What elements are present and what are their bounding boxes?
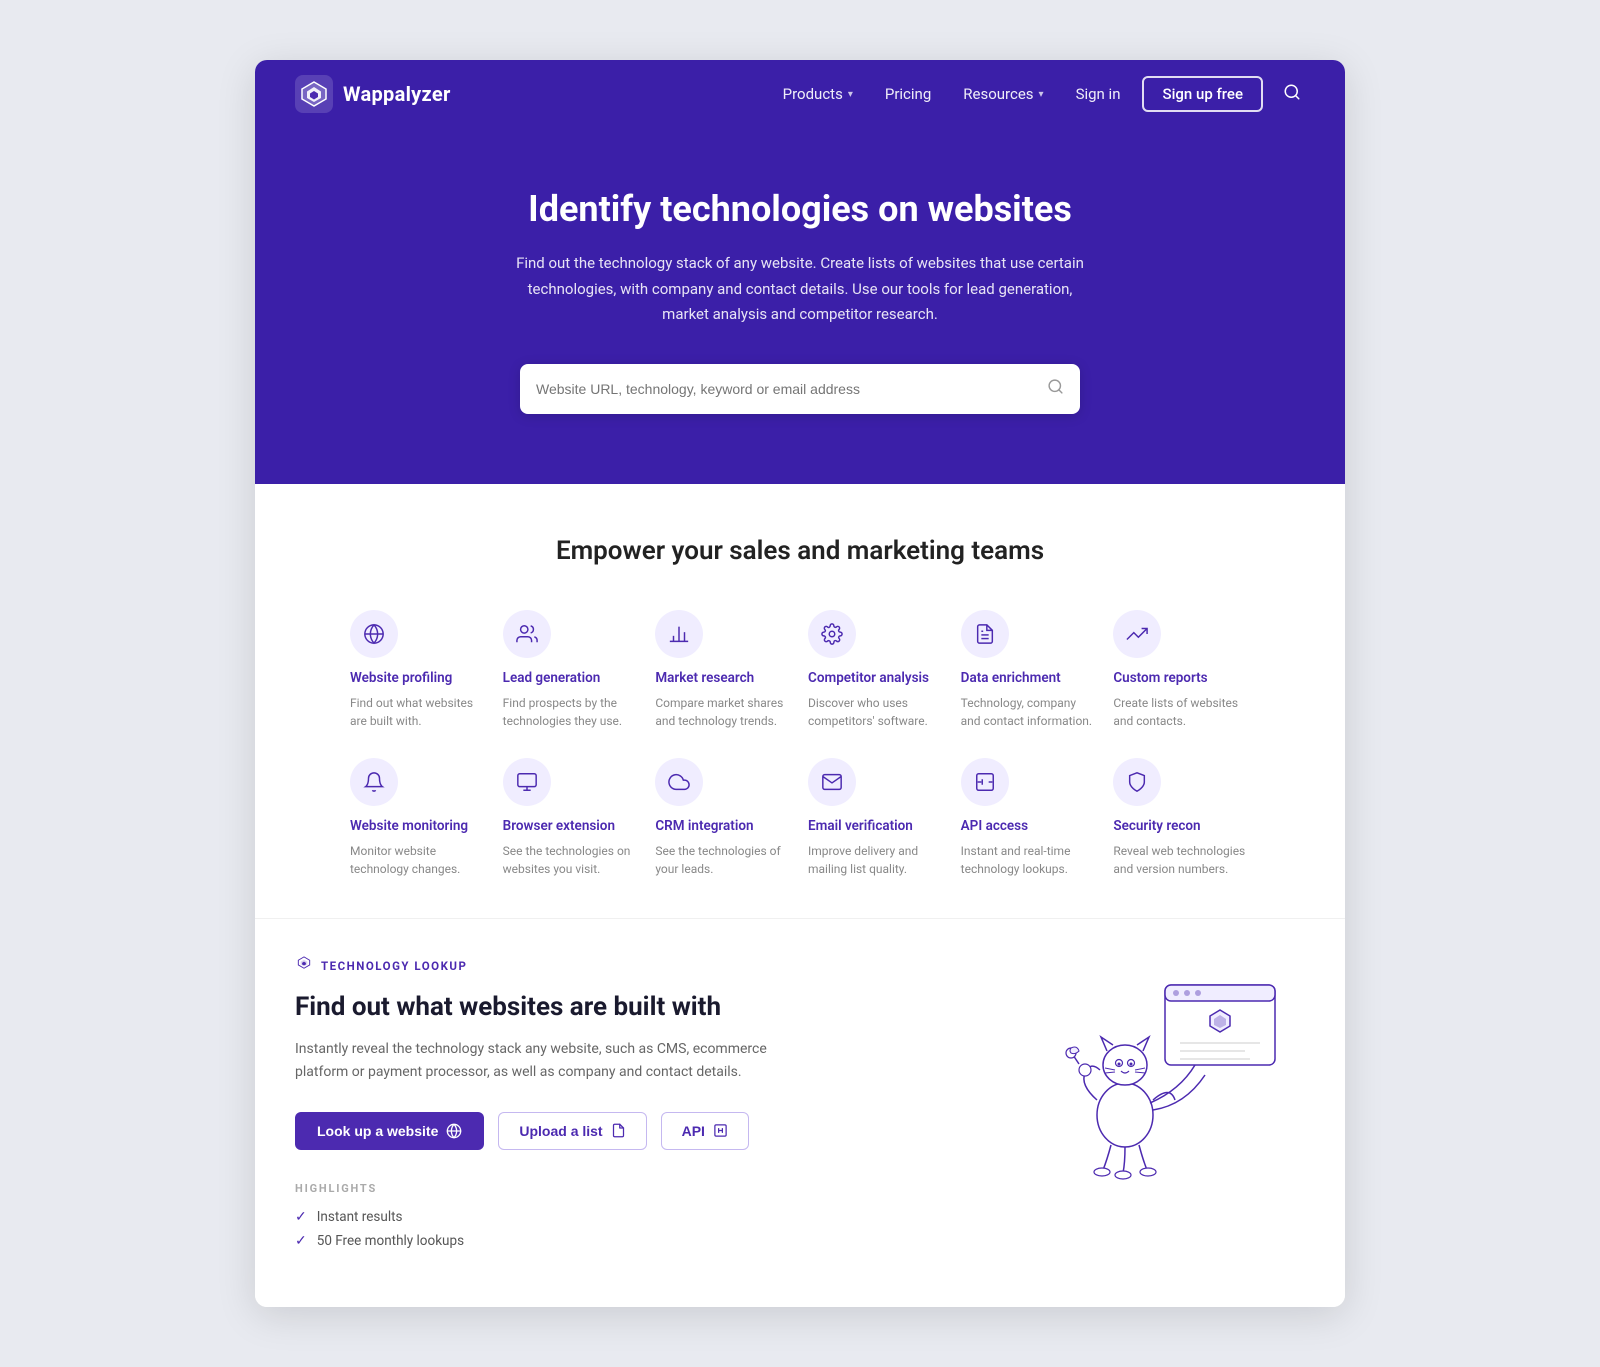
lookup-desc: Instantly reveal the technology stack an… xyxy=(295,1038,815,1084)
feature-icon-shield xyxy=(1113,758,1161,806)
feature-desc: Discover who uses competitors' software. xyxy=(808,694,945,730)
feature-name: Lead generation xyxy=(503,670,601,686)
feature-desc: Find prospects by the technologies they … xyxy=(503,694,640,730)
feature-icon-mail xyxy=(808,758,856,806)
feature-security-recon[interactable]: Security recon Reveal web technologies a… xyxy=(1113,758,1250,878)
feature-browser-extension[interactable]: Browser extension See the technologies o… xyxy=(503,758,640,878)
lookup-buttons: Look up a website Upload a list API xyxy=(295,1112,985,1150)
highlights-section: HIGHLIGHTS ✓ Instant results ✓ 50 Free m… xyxy=(295,1182,985,1249)
lookup-illustration xyxy=(1025,955,1305,1195)
feature-desc: Reveal web technologies and version numb… xyxy=(1113,842,1250,878)
lookup-badge-icon xyxy=(295,955,313,977)
feature-name: API access xyxy=(961,818,1028,834)
hero-subtitle: Find out the technology stack of any web… xyxy=(510,251,1090,328)
feature-name: Email verification xyxy=(808,818,913,834)
feature-desc: Find out what websites are built with. xyxy=(350,694,487,730)
highlight-instant-results: ✓ Instant results xyxy=(295,1209,985,1225)
feature-desc: Monitor website technology changes. xyxy=(350,842,487,878)
logo-icon xyxy=(295,75,333,113)
logo-text: Wappalyzer xyxy=(343,82,451,106)
feature-lead-generation[interactable]: Lead generation Find prospects by the te… xyxy=(503,610,640,730)
feature-icon-bar-chart xyxy=(655,610,703,658)
features-section: Empower your sales and marketing teams W… xyxy=(255,484,1345,918)
feature-name: Website profiling xyxy=(350,670,452,686)
lookup-content: TECHNOLOGY LOOKUP Find out what websites… xyxy=(295,955,985,1257)
feature-desc: See the technologies on websites you vis… xyxy=(503,842,640,878)
feature-icon-bell xyxy=(350,758,398,806)
lookup-website-button[interactable]: Look up a website xyxy=(295,1112,484,1150)
feature-icon-users xyxy=(503,610,551,658)
feature-name: Browser extension xyxy=(503,818,615,834)
feature-name: Competitor analysis xyxy=(808,670,929,686)
feature-icon-globe xyxy=(350,610,398,658)
search-bar[interactable] xyxy=(520,364,1080,414)
feature-custom-reports[interactable]: Custom reports Create lists of websites … xyxy=(1113,610,1250,730)
feature-competitor-analysis[interactable]: Competitor analysis Discover who uses co… xyxy=(808,610,945,730)
nav-resources[interactable]: Resources ▾ xyxy=(949,77,1057,111)
feature-name: Market research xyxy=(655,670,754,686)
feature-desc: Instant and real-time technology lookups… xyxy=(961,842,1098,878)
feature-name: Custom reports xyxy=(1113,670,1207,686)
feature-name: Website monitoring xyxy=(350,818,468,834)
feature-icon-settings xyxy=(808,610,856,658)
feature-desc: Create lists of websites and contacts. xyxy=(1113,694,1250,730)
feature-website-profiling[interactable]: Website profiling Find out what websites… xyxy=(350,610,487,730)
feature-desc: Improve delivery and mailing list qualit… xyxy=(808,842,945,878)
search-icon[interactable] xyxy=(1279,79,1305,110)
lookup-badge-label: TECHNOLOGY LOOKUP xyxy=(321,959,467,973)
browser-window: Wappalyzer Products ▾ Pricing Resources … xyxy=(255,60,1345,1307)
search-input[interactable] xyxy=(536,381,1047,397)
signin-button[interactable]: Sign in xyxy=(1062,77,1135,111)
feature-email-verification[interactable]: Email verification Improve delivery and … xyxy=(808,758,945,878)
nav-pricing[interactable]: Pricing xyxy=(871,77,945,111)
feature-name: CRM integration xyxy=(655,818,753,834)
feature-website-monitoring[interactable]: Website monitoring Monitor website techn… xyxy=(350,758,487,878)
feature-icon-trending-up xyxy=(1113,610,1161,658)
lookup-badge: TECHNOLOGY LOOKUP xyxy=(295,955,985,977)
nav-products[interactable]: Products ▾ xyxy=(769,77,867,111)
lookup-title: Find out what websites are built with xyxy=(295,991,985,1024)
logo-area[interactable]: Wappalyzer xyxy=(295,75,451,113)
feature-data-enrichment[interactable]: Data enrichment Technology, company and … xyxy=(961,610,1098,730)
highlight-free-lookups: ✓ 50 Free monthly lookups xyxy=(295,1233,985,1249)
hero-title: Identify technologies on websites xyxy=(295,188,1305,231)
feature-api-access[interactable]: API access Instant and real-time technol… xyxy=(961,758,1098,878)
navbar: Wappalyzer Products ▾ Pricing Resources … xyxy=(255,60,1345,128)
features-grid: Website profiling Find out what websites… xyxy=(350,610,1250,878)
search-submit-icon[interactable] xyxy=(1047,378,1064,400)
feature-name: Data enrichment xyxy=(961,670,1061,686)
feature-desc: Technology, company and contact informat… xyxy=(961,694,1098,730)
feature-name: Security recon xyxy=(1113,818,1200,834)
feature-market-research[interactable]: Market research Compare market shares an… xyxy=(655,610,792,730)
feature-icon-code xyxy=(961,758,1009,806)
upload-list-button[interactable]: Upload a list xyxy=(498,1112,646,1150)
feature-desc: Compare market shares and technology tre… xyxy=(655,694,792,730)
nav-links: Products ▾ Pricing Resources ▾ Sign in S… xyxy=(769,76,1305,112)
features-title: Empower your sales and marketing teams xyxy=(295,536,1305,566)
lookup-section: TECHNOLOGY LOOKUP Find out what websites… xyxy=(255,918,1345,1307)
chevron-down-icon: ▾ xyxy=(1039,89,1044,100)
feature-desc: See the technologies of your leads. xyxy=(655,842,792,878)
api-button[interactable]: API xyxy=(661,1112,749,1150)
feature-icon-file xyxy=(961,610,1009,658)
feature-icon-cloud xyxy=(655,758,703,806)
illustration-svg xyxy=(1035,955,1295,1195)
chevron-down-icon: ▾ xyxy=(848,89,853,100)
hero-section: Identify technologies on websites Find o… xyxy=(255,128,1345,484)
check-icon: ✓ xyxy=(295,1233,307,1249)
feature-icon-monitor xyxy=(503,758,551,806)
signup-button[interactable]: Sign up free xyxy=(1142,76,1263,112)
check-icon: ✓ xyxy=(295,1209,307,1225)
highlights-label: HIGHLIGHTS xyxy=(295,1182,985,1195)
feature-crm-integration[interactable]: CRM integration See the technologies of … xyxy=(655,758,792,878)
